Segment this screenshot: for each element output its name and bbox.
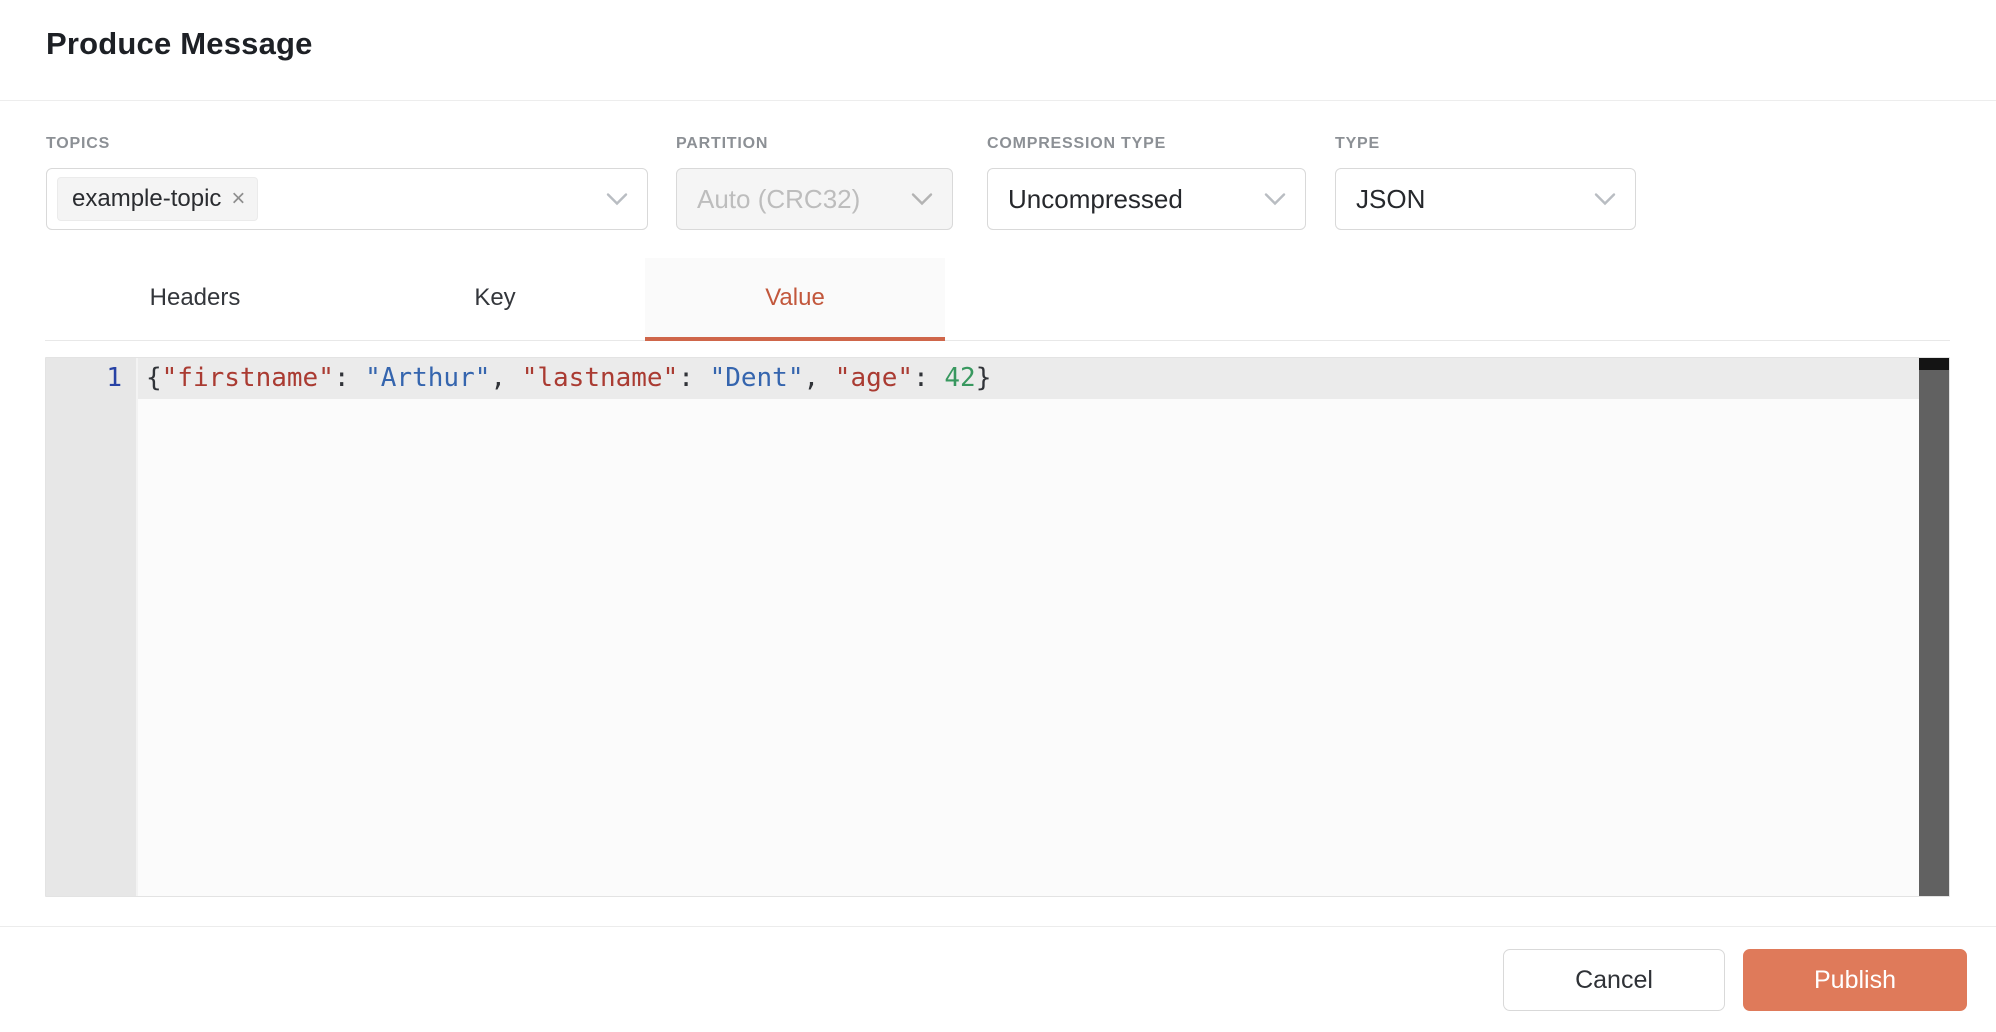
- footer: Cancel Publish: [0, 927, 1996, 1011]
- remove-topic-icon[interactable]: ×: [231, 187, 245, 211]
- chevron-down-icon: [1593, 192, 1617, 207]
- topic-tag[interactable]: example-topic ×: [57, 177, 258, 221]
- topics-field: TOPICS example-topic ×: [46, 135, 648, 230]
- editor-empty-area[interactable]: [138, 399, 1919, 896]
- dialog-header: Produce Message: [0, 0, 1996, 101]
- type-label: TYPE: [1335, 135, 1636, 155]
- tab-headers[interactable]: Headers: [45, 258, 345, 341]
- editor-gutter: 1: [46, 358, 138, 896]
- partition-value: Auto (CRC32): [687, 184, 860, 215]
- chevron-down-icon: [910, 192, 934, 207]
- partition-label: PARTITION: [676, 135, 953, 155]
- value-code-editor[interactable]: 1 {"firstname": "Arthur", "lastname": "D…: [45, 357, 1950, 897]
- type-value: JSON: [1346, 184, 1425, 215]
- type-select[interactable]: JSON: [1335, 168, 1636, 230]
- tab-value[interactable]: Value: [645, 258, 945, 341]
- tabs-strip: Headers Key Value: [45, 258, 1950, 341]
- type-field: TYPE JSON: [1335, 135, 1636, 230]
- partition-field: PARTITION Auto (CRC32): [676, 135, 953, 230]
- line-number: 1: [46, 358, 136, 399]
- compression-type-select[interactable]: Uncompressed: [987, 168, 1306, 230]
- cancel-button[interactable]: Cancel: [1503, 949, 1725, 1011]
- topic-tag-label: example-topic: [72, 185, 221, 213]
- editor-scrollbar[interactable]: [1919, 358, 1949, 896]
- chevron-down-icon: [605, 192, 629, 207]
- editor-code-area[interactable]: {"firstname": "Arthur", "lastname": "Den…: [138, 358, 1919, 896]
- page-title: Produce Message: [46, 26, 1996, 62]
- compression-type-field: COMPRESSION TYPE Uncompressed: [987, 135, 1306, 230]
- tab-key[interactable]: Key: [345, 258, 645, 341]
- publish-button[interactable]: Publish: [1743, 949, 1967, 1011]
- code-line-1[interactable]: {"firstname": "Arthur", "lastname": "Den…: [138, 358, 1919, 399]
- partition-select: Auto (CRC32): [676, 168, 953, 230]
- chevron-down-icon: [1263, 192, 1287, 207]
- editor-scrollbar-thumb[interactable]: [1919, 358, 1949, 370]
- fields-row: TOPICS example-topic × PARTITION Auto (C…: [0, 101, 1996, 230]
- topics-label: TOPICS: [46, 135, 648, 155]
- compression-type-label: COMPRESSION TYPE: [987, 135, 1306, 155]
- compression-type-value: Uncompressed: [998, 184, 1183, 215]
- topics-select[interactable]: example-topic ×: [46, 168, 648, 230]
